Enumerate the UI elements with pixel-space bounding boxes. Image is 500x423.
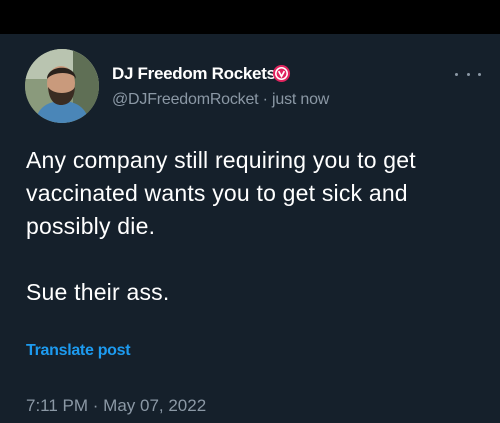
tweet-text-line: Sue their ass. — [26, 279, 170, 305]
more-dot — [466, 72, 470, 76]
handle-and-time: @DJFreedomRocket · just now — [112, 91, 330, 108]
more-dot — [478, 72, 481, 76]
tweet-text-line: possibly die. — [26, 213, 156, 239]
display-name[interactable]: DJ Freedom Rockets — [112, 64, 276, 84]
tweet-text-line: Any company still requiring you to get — [26, 147, 416, 173]
verified-badge-icon — [272, 64, 291, 83]
more-options-icon[interactable] — [455, 64, 481, 84]
top-bar — [0, 0, 500, 34]
more-dot — [455, 72, 458, 76]
tweet-timestamp[interactable]: 7:11 PM · May 07, 2022 — [26, 396, 206, 416]
translate-post-link[interactable]: Translate post — [26, 342, 131, 360]
tweet-text-line: vaccinated wants you to get sick and — [26, 180, 408, 206]
avatar[interactable] — [25, 49, 99, 123]
tweet-text: Any company still requiring you to get v… — [26, 144, 486, 309]
